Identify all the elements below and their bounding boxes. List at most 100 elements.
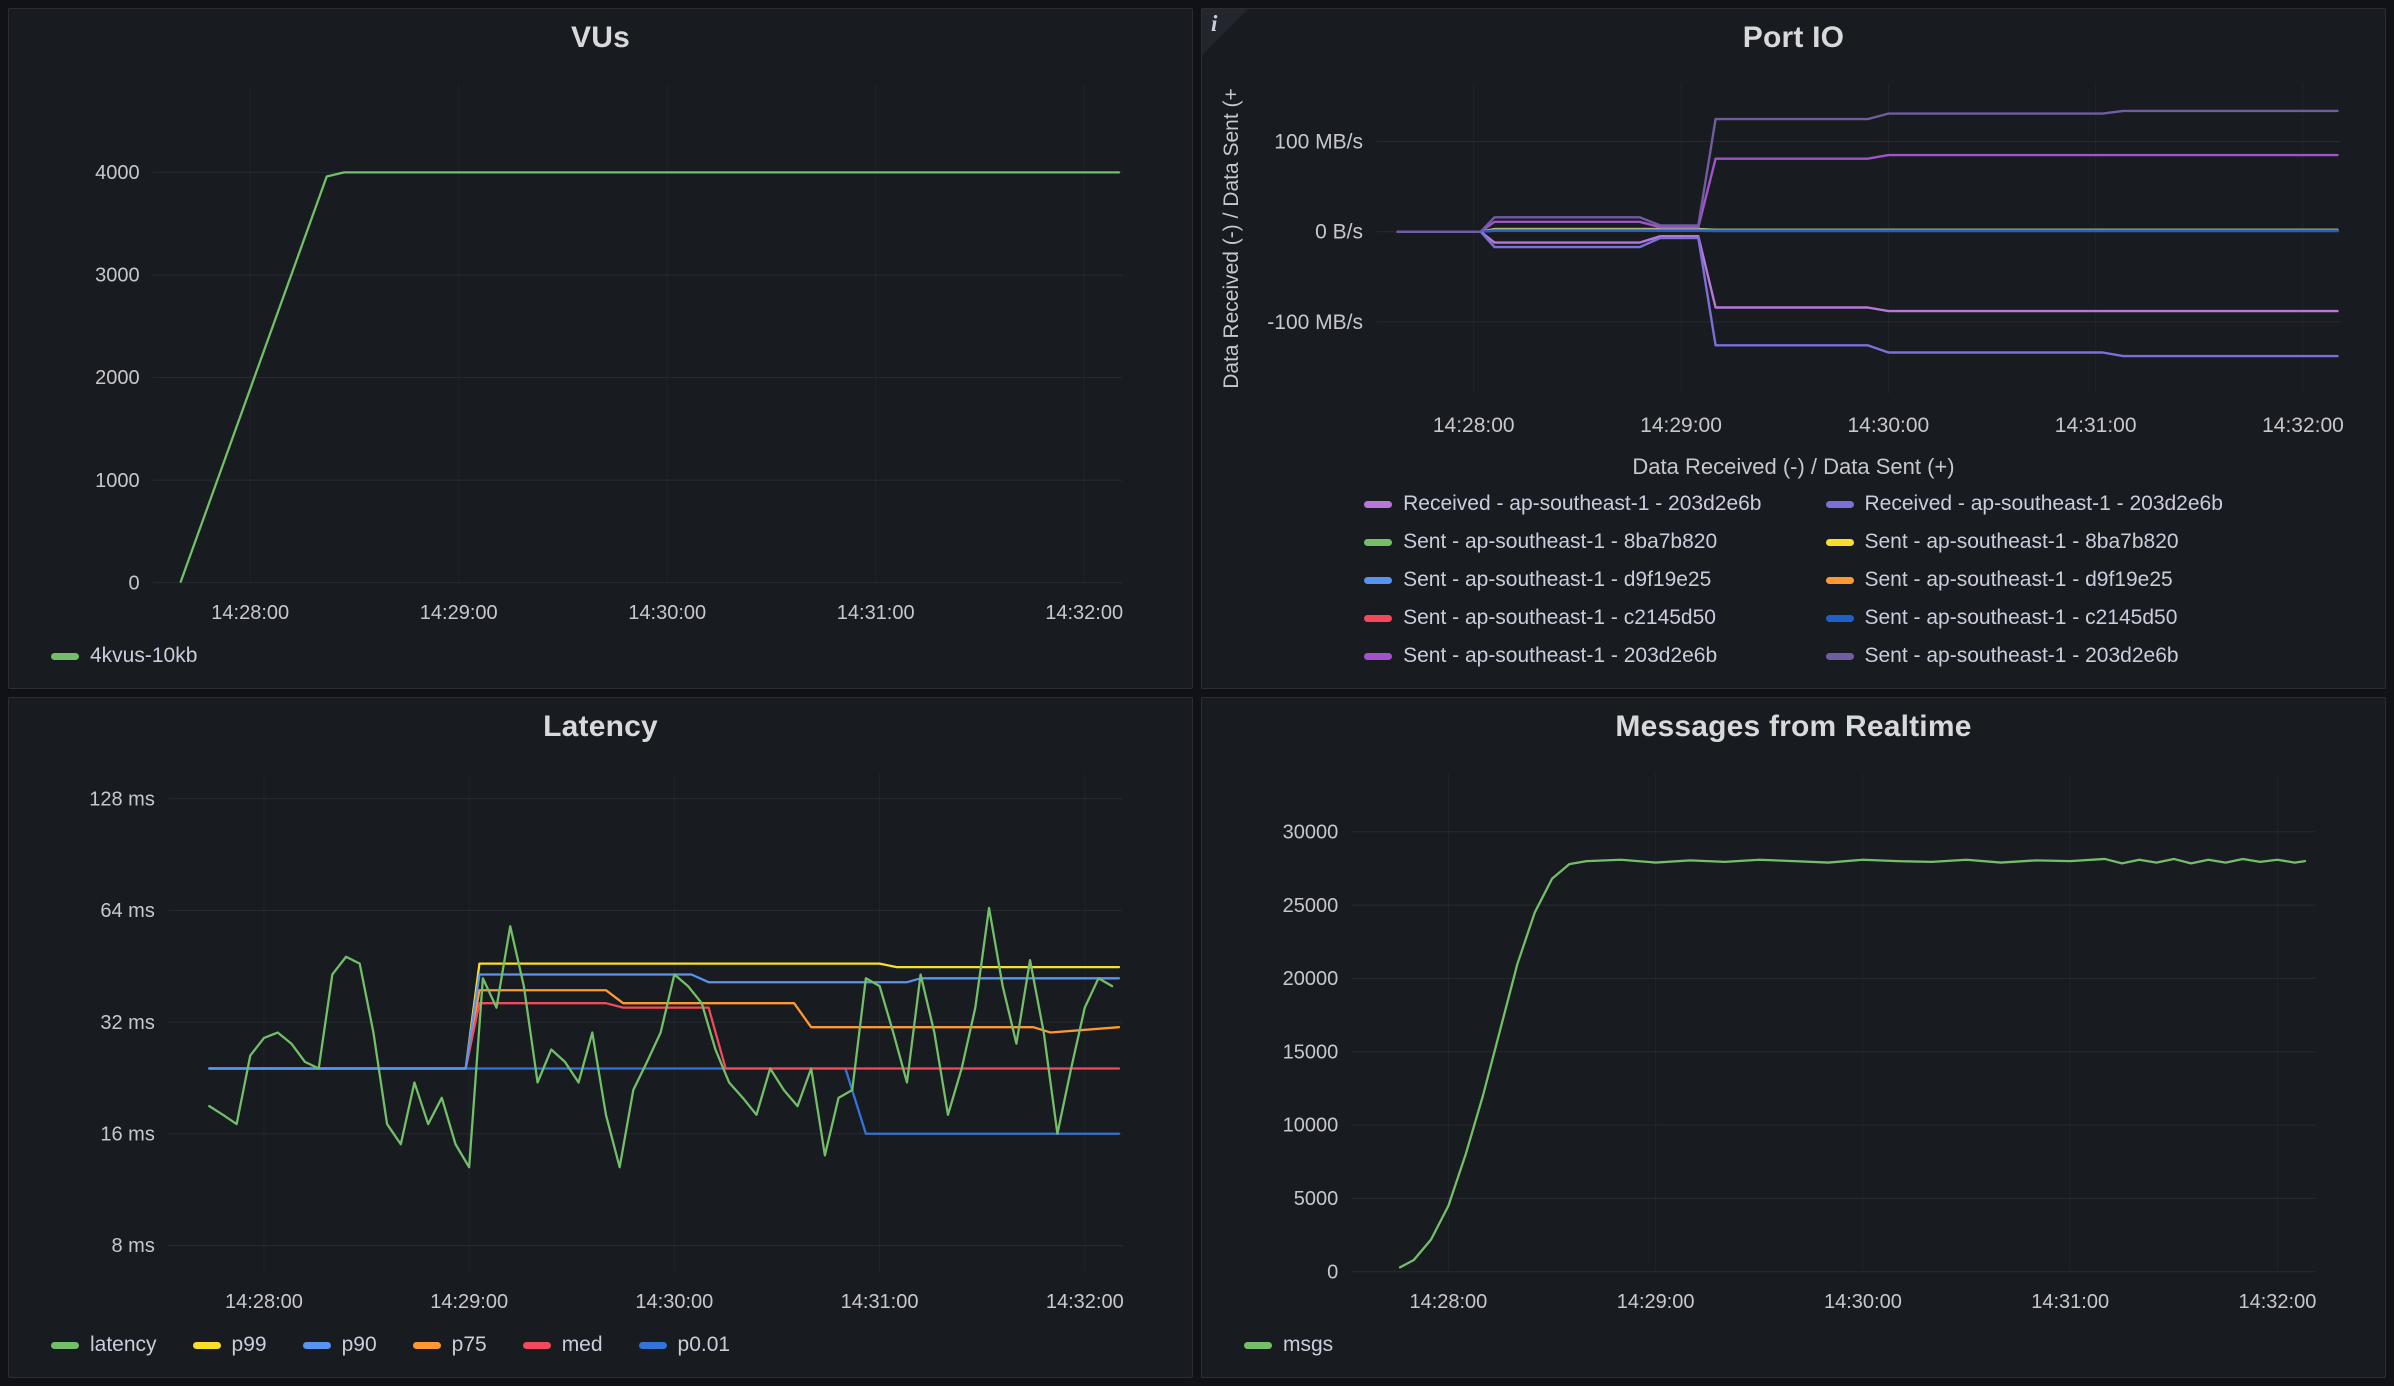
x-tick-label: 14:28:00 <box>225 1291 303 1313</box>
series-line <box>1398 232 2338 311</box>
y-tick-label: 3000 <box>95 265 139 287</box>
panel-header-latency[interactable]: Latency <box>9 698 1192 756</box>
panel-header-vus[interactable]: VUs <box>9 9 1192 67</box>
x-tick-label: 14:30:00 <box>635 1291 713 1313</box>
info-icon: i <box>1211 11 1217 37</box>
y-tick-label: 2000 <box>95 367 139 389</box>
y-tick-label: 32 ms <box>100 1012 154 1034</box>
latency-chart-svg[interactable]: 14:28:00 14:29:00 14:30:00 14:31:00 14:32:00… <box>19 756 1182 1327</box>
legend-swatch <box>1364 615 1392 622</box>
y-tick-label: 128 ms <box>89 788 155 810</box>
legend-item[interactable]: Sent - ap-southeast-1 - 203d2e6b <box>1364 642 1761 670</box>
panel-title-messages[interactable]: Messages from Realtime <box>1615 710 1971 744</box>
port-io-legend: Received - ap-southeast-1 - 203d2e6b Rece… <box>1220 488 2367 672</box>
x-tick-label: 14:31:00 <box>841 1291 919 1313</box>
legend-item[interactable]: Sent - ap-southeast-1 - d9f19e25 <box>1364 566 1761 594</box>
legend-item[interactable]: Sent - ap-southeast-1 - 203d2e6b <box>1826 642 2223 670</box>
legend-swatch <box>1364 653 1392 660</box>
grafana-dashboard: VUs 14:28:00 14:29:00 14:30:00 14:31:00 14:3… <box>0 0 2394 1386</box>
legend-item[interactable]: Sent - ap-southeast-1 - 8ba7b820 <box>1826 528 2223 556</box>
y-tick-label: 15000 <box>1283 1041 1339 1063</box>
panel-vus: VUs 14:28:0014:29:0014:30:0014:31:0014:3… <box>8 8 1193 689</box>
messages-chart-area[interactable]: 14:28:0014:29:0014:30:0014:31:0014:32:00… <box>1202 756 2385 1327</box>
series-line <box>209 1068 1119 1133</box>
legend-item[interactable]: Received - ap-southeast-1 - 203d2e6b <box>1364 490 1761 518</box>
legend-swatch <box>1826 615 1854 622</box>
panel-info-icon[interactable]: i <box>1202 9 1248 55</box>
legend-label: p90 <box>342 1331 377 1359</box>
x-tick-label: 14:30:00 <box>1824 1291 1902 1313</box>
panel-header-port-io[interactable]: Port IO <box>1202 9 2385 67</box>
x-tick-label: 14:29:00 <box>430 1291 508 1313</box>
legend-item[interactable]: Sent - ap-southeast-1 - c2145d50 <box>1364 604 1761 632</box>
legend-item[interactable]: Sent - ap-southeast-1 - 8ba7b820 <box>1364 528 1761 556</box>
legend-item[interactable]: p0.01 <box>639 1331 731 1359</box>
y-axis-label: Data Received (-) / Data Sent (+ <box>1220 88 1243 389</box>
legend-swatch <box>1826 653 1854 660</box>
legend-label: Sent - ap-southeast-1 - 8ba7b820 <box>1403 528 1717 556</box>
vus-legend: 4kvus-10kb <box>9 638 1192 688</box>
panel-port-io: i Port IO 14:28:0014:29:0014:30:0014:31:… <box>1201 8 2386 689</box>
legend-item[interactable]: p99 <box>193 1331 267 1359</box>
legend-item[interactable]: Received - ap-southeast-1 - 203d2e6b <box>1826 490 2223 518</box>
legend-label: Sent - ap-southeast-1 - 8ba7b820 <box>1865 528 2179 556</box>
x-tick-label: 14:29:00 <box>420 602 498 624</box>
legend-label: Received - ap-southeast-1 - 203d2e6b <box>1403 490 1761 518</box>
legend-swatch <box>1826 501 1854 508</box>
port-io-chart-area[interactable]: 14:28:0014:29:0014:30:0014:31:0014:32:00… <box>1202 67 2385 452</box>
vus-chart-area[interactable]: 14:28:0014:29:0014:30:0014:31:0014:32:00… <box>9 67 1192 638</box>
x-tick-label: 14:28:00 <box>1409 1291 1487 1313</box>
y-tick-label: 5000 <box>1294 1188 1339 1210</box>
port-io-legend-scroll[interactable]: Received - ap-southeast-1 - 203d2e6b Rece… <box>1220 488 2367 678</box>
panel-title-latency[interactable]: Latency <box>543 710 658 744</box>
legend-swatch <box>303 1342 331 1349</box>
legend-item[interactable]: latency <box>51 1331 157 1359</box>
latency-legend: latency p99 p90 p75 med p0.01 <box>9 1327 1192 1377</box>
legend-label: med <box>562 1331 603 1359</box>
x-tick-label: 14:29:00 <box>1640 414 1722 437</box>
vus-chart-svg[interactable]: 14:28:0014:29:0014:30:0014:31:0014:32:00… <box>19 67 1182 638</box>
legend-swatch <box>51 653 79 660</box>
y-tick-label: 0 <box>128 572 139 594</box>
x-tick-label: 14:31:00 <box>837 602 915 624</box>
legend-item[interactable]: Sent - ap-southeast-1 - c2145d50 <box>1826 604 2223 632</box>
series-line <box>1400 859 2305 1267</box>
y-tick-label: 8 ms <box>112 1235 155 1257</box>
legend-item[interactable]: 4kvus-10kb <box>51 642 197 670</box>
port-io-chart-svg[interactable]: 14:28:0014:29:0014:30:0014:31:0014:32:00… <box>1212 67 2375 452</box>
y-tick-label: 0 B/s <box>1315 221 1363 244</box>
panel-title-vus[interactable]: VUs <box>571 21 630 55</box>
legend-item[interactable]: Sent - ap-southeast-1 - d9f19e25 <box>1826 566 2223 594</box>
legend-label: 4kvus-10kb <box>90 642 197 670</box>
legend-label: Sent - ap-southeast-1 - 203d2e6b <box>1403 642 1717 670</box>
legend-item[interactable]: med <box>523 1331 603 1359</box>
panel-header-messages[interactable]: Messages from Realtime <box>1202 698 2385 756</box>
x-tick-label: 14:32:00 <box>1046 1291 1124 1313</box>
x-tick-label: 14:31:00 <box>2031 1291 2109 1313</box>
latency-chart-area[interactable]: 14:28:00 14:29:00 14:30:00 14:31:00 14:32:00… <box>9 756 1192 1327</box>
legend-item[interactable]: p90 <box>303 1331 377 1359</box>
legend-item[interactable]: p75 <box>413 1331 487 1359</box>
legend-swatch <box>1364 539 1392 546</box>
x-tick-label: 14:31:00 <box>2055 414 2137 437</box>
series-line <box>1398 232 2338 356</box>
legend-swatch <box>413 1342 441 1349</box>
y-tick-label: 100 MB/s <box>1274 131 1363 154</box>
legend-label: msgs <box>1283 1331 1333 1359</box>
panel-messages: Messages from Realtime 14:28:0014:29:001… <box>1201 697 2386 1378</box>
legend-label: Sent - ap-southeast-1 - c2145d50 <box>1403 604 1716 632</box>
messages-chart-svg[interactable]: 14:28:0014:29:0014:30:0014:31:0014:32:00… <box>1212 756 2375 1327</box>
legend-swatch <box>639 1342 667 1349</box>
legend-swatch <box>1826 577 1854 584</box>
panel-latency: Latency 14:28:00 14:29:00 14:30:00 14:31:00… <box>8 697 1193 1378</box>
series-line <box>209 908 1112 1167</box>
y-tick-label: 30000 <box>1283 821 1339 843</box>
series-line <box>1398 231 2338 232</box>
y-tick-label: 25000 <box>1283 895 1339 917</box>
x-tick-label: 14:28:00 <box>211 602 289 624</box>
legend-item[interactable]: msgs <box>1244 1331 1333 1359</box>
legend-label: Sent - ap-southeast-1 - 203d2e6b <box>1865 642 2179 670</box>
series-line <box>1398 111 2338 232</box>
x-tick-label: 14:32:00 <box>1045 602 1123 624</box>
panel-title-port-io[interactable]: Port IO <box>1743 21 1844 55</box>
